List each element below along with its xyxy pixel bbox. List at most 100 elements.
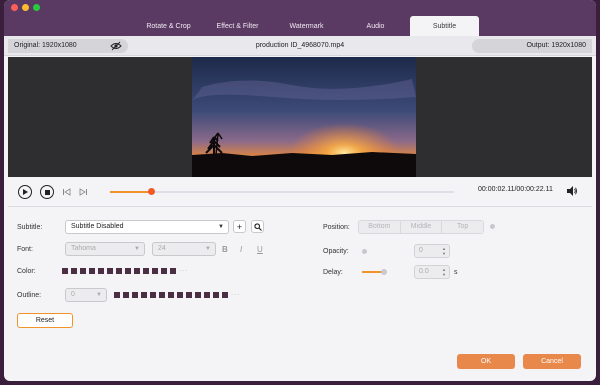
outline-swatch[interactable] <box>150 292 156 298</box>
outline-swatch[interactable] <box>222 292 228 298</box>
zoom-window-button[interactable] <box>33 4 40 11</box>
subtitle-select[interactable]: Subtitle Disabled ▼ <box>65 220 229 234</box>
color-swatch[interactable] <box>161 268 167 274</box>
add-subtitle-button[interactable]: + <box>233 220 246 233</box>
opacity-slider-handle[interactable] <box>362 249 367 254</box>
font-family-select[interactable]: Tahoma ▼ <box>65 242 145 256</box>
next-frame-button[interactable] <box>78 185 88 199</box>
outline-swatch[interactable] <box>177 292 183 298</box>
outline-width-value: 0 <box>71 291 75 298</box>
color-label: Color: <box>17 268 36 275</box>
outline-swatch[interactable] <box>213 292 219 298</box>
position-middle-option[interactable]: Middle <box>400 221 443 233</box>
font-label: Font: <box>17 246 33 253</box>
opacity-label: Opacity: <box>323 248 349 255</box>
color-swatch[interactable] <box>116 268 122 274</box>
tab-audio[interactable]: Audio <box>341 16 410 36</box>
outline-swatch[interactable] <box>141 292 147 298</box>
position-bottom-option[interactable]: Bottom <box>359 221 401 233</box>
position-indicator <box>490 224 495 229</box>
more-outline-colors-button[interactable]: ··· <box>231 292 240 298</box>
output-resolution: Output: 1920x1080 <box>472 39 592 53</box>
opacity-input[interactable]: 0 ▲ ▼ <box>414 244 450 258</box>
tab-effect-filter[interactable]: Effect & Filter <box>203 16 272 36</box>
outline-width-select[interactable]: 0 ▼ <box>65 288 107 302</box>
search-subtitle-button[interactable] <box>251 220 264 233</box>
tab-subtitle[interactable]: Subtitle <box>410 16 479 36</box>
editor-window: Rotate & Crop Effect & Filter Watermark … <box>4 0 596 381</box>
color-swatch[interactable] <box>62 268 68 274</box>
play-icon <box>23 189 28 195</box>
delay-slider-track[interactable] <box>362 271 382 273</box>
stop-icon <box>44 189 50 195</box>
position-label: Position: <box>323 224 350 231</box>
timeline-handle[interactable] <box>148 188 156 195</box>
color-swatch[interactable] <box>134 268 140 274</box>
outline-swatch[interactable] <box>186 292 192 298</box>
stepper-arrows-icon[interactable]: ▲ ▼ <box>442 246 446 256</box>
outline-swatch[interactable] <box>204 292 210 298</box>
color-swatch[interactable] <box>170 268 176 274</box>
subtitle-select-value: Subtitle Disabled <box>71 223 124 230</box>
font-size-value: 24 <box>158 245 166 252</box>
reset-button[interactable]: Reset <box>17 313 73 328</box>
delay-value: 0.0 <box>419 268 429 275</box>
outline-swatch[interactable] <box>132 292 138 298</box>
play-button[interactable] <box>18 185 32 199</box>
minimize-window-button[interactable] <box>22 4 29 11</box>
color-swatch[interactable] <box>125 268 131 274</box>
tab-bar: Rotate & Crop Effect & Filter Watermark … <box>134 16 479 36</box>
stepper-arrows-icon[interactable]: ▲ ▼ <box>442 267 446 277</box>
position-top-option[interactable]: Top <box>442 221 483 233</box>
plus-icon: + <box>236 221 243 232</box>
ok-button[interactable]: OK <box>457 354 515 369</box>
eye-slash-icon[interactable] <box>110 41 122 51</box>
previous-frame-button[interactable] <box>62 185 72 199</box>
color-swatch[interactable] <box>107 268 113 274</box>
close-window-button[interactable] <box>11 4 18 11</box>
stop-button[interactable] <box>40 185 54 199</box>
info-bar: production ID_4968070.mp4 Original: 1920… <box>4 36 596 56</box>
color-swatch[interactable] <box>98 268 104 274</box>
outline-swatch[interactable] <box>159 292 165 298</box>
chevron-down-icon: ▼ <box>96 292 102 298</box>
video-frame <box>192 57 416 177</box>
opacity-value: 0 <box>419 247 423 254</box>
outline-swatch[interactable] <box>123 292 129 298</box>
skip-back-icon <box>63 188 71 196</box>
chevron-down-icon: ▼ <box>134 246 140 252</box>
outline-swatch[interactable] <box>114 292 120 298</box>
bold-button[interactable]: B <box>222 245 228 254</box>
tab-watermark[interactable]: Watermark <box>272 16 341 36</box>
title-bar: Rotate & Crop Effect & Filter Watermark … <box>4 0 596 36</box>
outline-swatch[interactable] <box>195 292 201 298</box>
outline-swatch[interactable] <box>168 292 174 298</box>
time-display: 00:00:02.11/00:00:22.11 <box>478 186 553 193</box>
search-icon <box>253 222 262 231</box>
divider <box>8 206 592 207</box>
delay-unit: s <box>454 269 458 276</box>
more-colors-button[interactable]: ··· <box>179 268 188 274</box>
subtitle-label: Subtitle: <box>17 224 43 231</box>
cancel-button[interactable]: Cancel <box>523 354 581 369</box>
color-swatch[interactable] <box>80 268 86 274</box>
preview-area <box>8 57 592 177</box>
tab-rotate-crop[interactable]: Rotate & Crop <box>134 16 203 36</box>
color-swatch[interactable] <box>152 268 158 274</box>
color-swatch[interactable] <box>143 268 149 274</box>
italic-button[interactable]: I <box>240 245 242 254</box>
delay-slider-handle[interactable] <box>381 269 387 275</box>
underline-button[interactable]: U <box>257 245 263 254</box>
chevron-down-icon: ▼ <box>205 246 211 252</box>
font-size-select[interactable]: 24 ▼ <box>152 242 216 256</box>
color-swatches: ··· <box>62 268 188 274</box>
volume-icon[interactable] <box>567 186 577 196</box>
delay-input[interactable]: 0.0 ▲ ▼ <box>414 265 450 279</box>
color-swatch[interactable] <box>71 268 77 274</box>
outline-swatches: ··· <box>114 292 240 298</box>
timeline-track[interactable] <box>110 188 454 195</box>
skip-forward-icon <box>79 188 87 196</box>
color-swatch[interactable] <box>89 268 95 274</box>
position-segmented-control: Bottom Middle Top <box>358 220 484 234</box>
font-family-value: Tahoma <box>71 245 96 252</box>
